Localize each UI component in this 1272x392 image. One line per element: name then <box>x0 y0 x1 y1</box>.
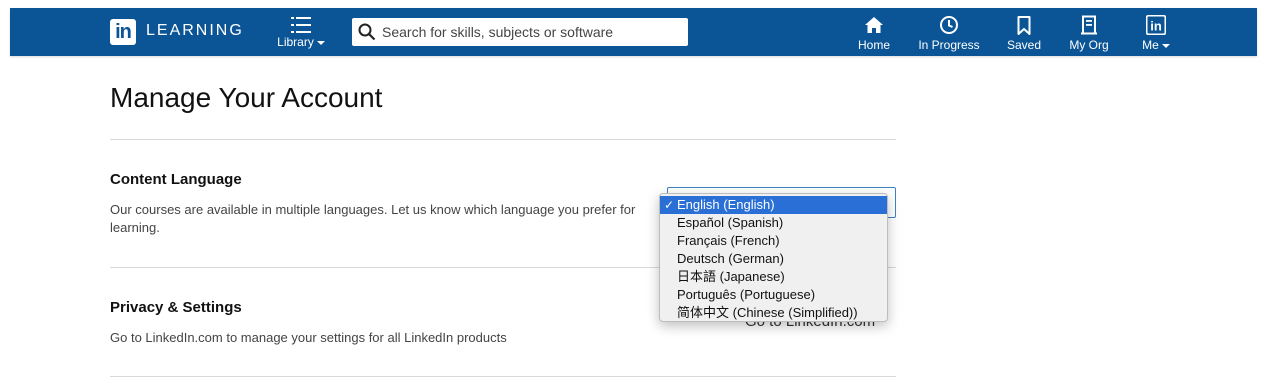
nav-my-org[interactable]: My Org <box>1066 12 1112 54</box>
linkedin-avatar-icon: in <box>1146 15 1166 35</box>
linkedin-logo[interactable]: in <box>110 19 136 45</box>
content-language-description: Our courses are available in multiple la… <box>110 202 636 235</box>
nav-me[interactable]: in Me <box>1136 12 1176 54</box>
language-option-label: English (English) <box>677 197 775 212</box>
language-option-chinese-simplified[interactable]: 简体中文 (Chinese (Simplified)) <box>660 304 887 322</box>
language-option-japanese[interactable]: 日本語 (Japanese) <box>660 268 887 286</box>
content-language-title: Content Language <box>110 171 242 188</box>
nav-in-progress-label: In Progress <box>918 38 980 52</box>
language-option-french[interactable]: Français (French) <box>660 232 887 250</box>
nav-me-label: Me <box>1142 38 1159 52</box>
caret-down-icon <box>1161 43 1170 48</box>
divider <box>110 376 896 377</box>
nav-saved[interactable]: Saved <box>1006 12 1042 54</box>
home-icon <box>865 17 883 33</box>
learning-brand-text[interactable]: LEARNING <box>146 22 244 40</box>
language-option-label: Español (Spanish) <box>677 215 784 230</box>
language-option-english[interactable]: ✓ English (English) <box>660 196 887 214</box>
language-option-label: Português (Portuguese) <box>677 287 816 302</box>
nav-in-progress[interactable]: In Progress <box>916 12 982 54</box>
clock-icon <box>940 16 958 34</box>
language-option-portuguese[interactable]: Português (Portuguese) <box>660 286 887 304</box>
divider <box>110 139 896 140</box>
library-menu-button[interactable]: Library <box>276 12 326 54</box>
language-option-german[interactable]: Deutsch (German) <box>660 250 887 268</box>
search-input[interactable] <box>382 18 682 46</box>
caret-down-icon <box>316 40 325 45</box>
language-dropdown-menu: ✓ English (English) Español (Spanish) Fra… <box>659 193 888 322</box>
privacy-settings-title: Privacy & Settings <box>110 299 242 316</box>
nav-my-org-label: My Org <box>1069 38 1109 52</box>
search-bar <box>352 18 688 46</box>
page-title: Manage Your Account <box>110 82 383 113</box>
language-option-spanish[interactable]: Español (Spanish) <box>660 214 887 232</box>
list-icon <box>291 17 311 33</box>
checkmark-icon: ✓ <box>664 198 675 212</box>
language-option-label: 简体中文 (Chinese (Simplified)) <box>677 305 858 320</box>
language-option-label: Deutsch (German) <box>677 251 784 266</box>
nav-home[interactable]: Home <box>856 12 892 54</box>
nav-home-label: Home <box>857 38 890 52</box>
language-option-label: Français (French) <box>677 233 780 248</box>
language-option-label: 日本語 (Japanese) <box>677 269 785 284</box>
building-icon <box>1081 15 1097 35</box>
search-icon <box>358 23 376 41</box>
svg-text:in: in <box>1150 19 1162 34</box>
top-navigation-bar: in LEARNING Library Home In Progress <box>10 8 1257 56</box>
nav-saved-label: Saved <box>1006 38 1042 52</box>
library-label: Library <box>277 35 314 49</box>
bookmark-icon <box>1017 16 1031 35</box>
privacy-settings-description: Go to LinkedIn.com to manage your settin… <box>110 330 507 345</box>
